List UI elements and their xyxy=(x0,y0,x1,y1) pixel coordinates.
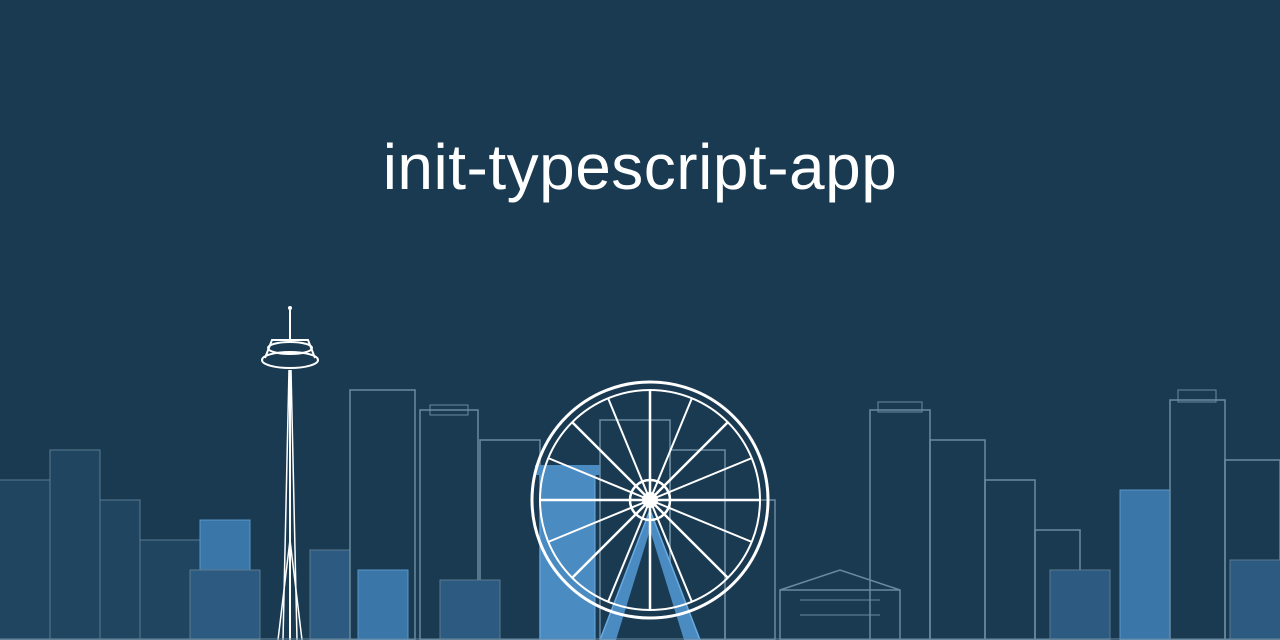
skyline-illustration xyxy=(0,240,1280,640)
page-title: init-typescript-app xyxy=(0,130,1280,204)
